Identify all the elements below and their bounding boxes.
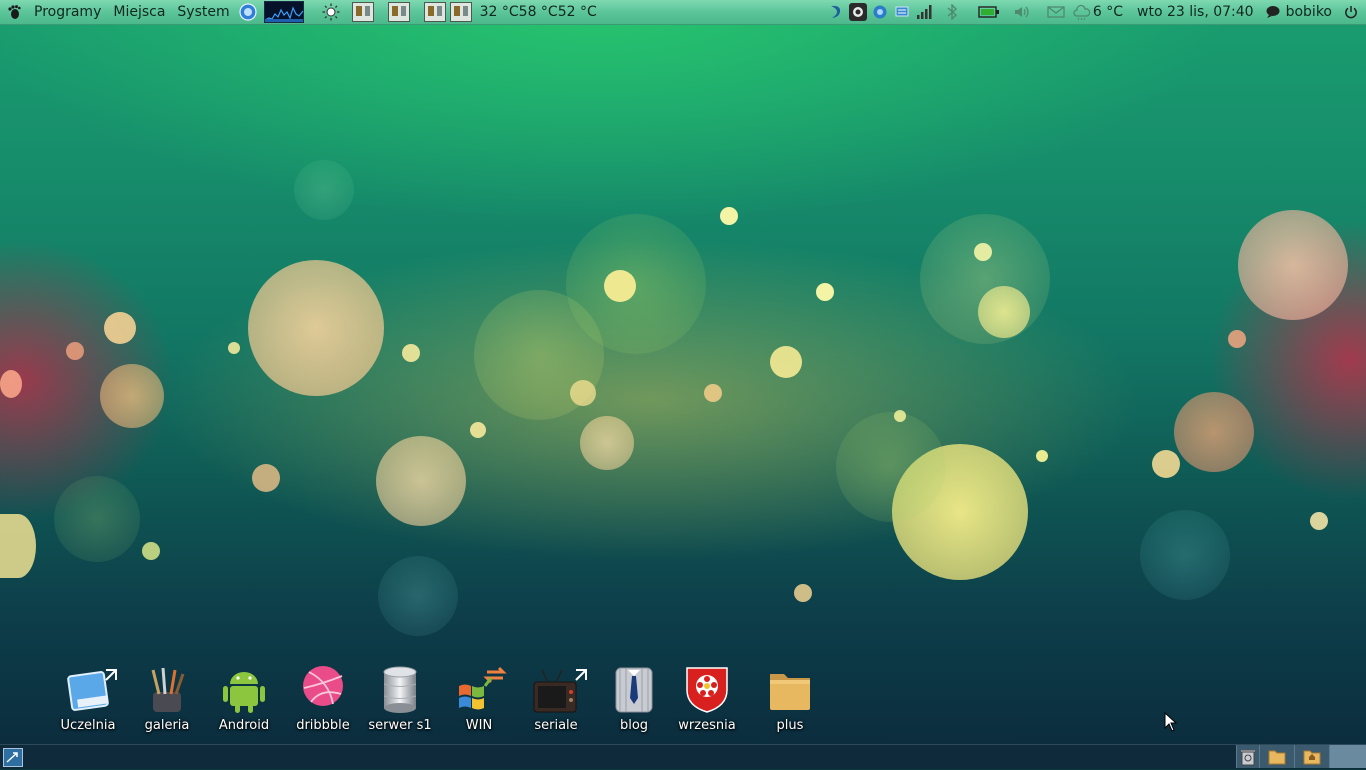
- server-icon: [376, 664, 424, 714]
- android-icon: [220, 664, 268, 714]
- skype-icon[interactable]: [871, 3, 889, 21]
- mail-icon[interactable]: [1047, 3, 1065, 21]
- folder-icon: [766, 664, 814, 714]
- menu-places[interactable]: Miejsca: [107, 0, 171, 24]
- sync-icon[interactable]: [827, 3, 845, 21]
- desktop-icon-uczelnia[interactable]: Uczelnia: [48, 660, 128, 733]
- file-manager-icon[interactable]: [1259, 745, 1294, 768]
- desktop-icon-label: wrzesnia: [678, 718, 736, 733]
- volume-icon[interactable]: [1013, 3, 1031, 21]
- desktop-icon-plus[interactable]: plus: [750, 660, 830, 733]
- brightness-icon[interactable]: [318, 0, 344, 24]
- weather-temperature[interactable]: 6 °C: [1093, 4, 1129, 20]
- system-monitor-graph[interactable]: [263, 1, 304, 23]
- bluetooth-icon[interactable]: [943, 3, 961, 21]
- desktop-icon-blog[interactable]: blog: [594, 660, 674, 733]
- weather-cloud-icon[interactable]: [1073, 3, 1091, 21]
- web-browser-icon[interactable]: [236, 0, 260, 24]
- cpu-frequency-icon[interactable]: [351, 2, 374, 22]
- desktop-icon-label: seriale: [534, 718, 578, 733]
- trash-icon[interactable]: [1236, 745, 1259, 768]
- menu-system[interactable]: System: [171, 0, 235, 24]
- desktop-icon-serwer-s1[interactable]: serwer s1: [360, 660, 440, 733]
- workspace-area: [1236, 745, 1366, 769]
- battery-icon[interactable]: [977, 3, 1001, 21]
- desktop-icon-label: galeria: [144, 718, 190, 733]
- home-folder-icon[interactable]: [1294, 745, 1329, 768]
- clock[interactable]: wto 23 lis, 07:40: [1129, 4, 1262, 20]
- desktop-icon-label: plus: [776, 718, 804, 733]
- user-name[interactable]: bobiko: [1284, 4, 1340, 20]
- desktop-icon-dribbble[interactable]: dribbble: [283, 660, 363, 733]
- brushes-icon: [143, 664, 191, 714]
- cpu-frequency-icon[interactable]: [449, 2, 472, 22]
- notification-area: 6 °C wto 23 lis, 07:40 bobiko: [825, 0, 1366, 24]
- chat-client-icon[interactable]: [848, 3, 867, 21]
- desktop-wallpaper: [0, 0, 1366, 768]
- desktop-icon-android[interactable]: Android: [204, 660, 284, 733]
- gnome-foot-icon[interactable]: [0, 0, 28, 24]
- workspace-switcher[interactable]: [1329, 745, 1366, 768]
- windows-icon: [455, 664, 507, 714]
- desktop-icon-label: Android: [218, 718, 270, 733]
- desktop-icon-win[interactable]: WIN: [439, 660, 519, 733]
- cpu-frequency-icon[interactable]: [423, 2, 446, 22]
- power-icon[interactable]: [1342, 3, 1360, 21]
- network-share-icon[interactable]: [893, 3, 911, 21]
- desktop-icon-seriale[interactable]: seriale: [516, 660, 596, 733]
- crest-icon: [683, 664, 731, 714]
- desktop-icon-galeria[interactable]: galeria: [127, 660, 207, 733]
- dribbble-icon: [299, 664, 347, 714]
- user-status-icon[interactable]: [1264, 3, 1282, 21]
- shirt-tie-icon: [610, 664, 658, 714]
- desktop-icon-label: dribbble: [296, 718, 350, 733]
- desktop-icon-wrzesnia[interactable]: wrzesnia: [667, 660, 747, 733]
- desktop-icon-label: Uczelnia: [60, 718, 116, 733]
- mouse-pointer-icon: [1164, 711, 1178, 736]
- bottom-panel: [0, 744, 1366, 769]
- signal-strength-icon[interactable]: [915, 3, 933, 21]
- menu-applications[interactable]: Programy: [28, 0, 107, 24]
- desktop-icon-label: WIN: [465, 718, 493, 733]
- show-desktop-button[interactable]: [3, 748, 23, 767]
- desktop-icon-label: serwer s1: [368, 718, 432, 733]
- desktop-icon-label: blog: [619, 718, 649, 733]
- folder-link-icon: [64, 664, 117, 714]
- top-panel: Programy Miejsca System 32 °C58 °C52 °C: [0, 0, 1366, 25]
- temperature-readout[interactable]: 32 °C58 °C52 °C: [474, 4, 603, 20]
- tv-icon: [532, 664, 587, 714]
- cpu-frequency-icon[interactable]: [387, 2, 410, 22]
